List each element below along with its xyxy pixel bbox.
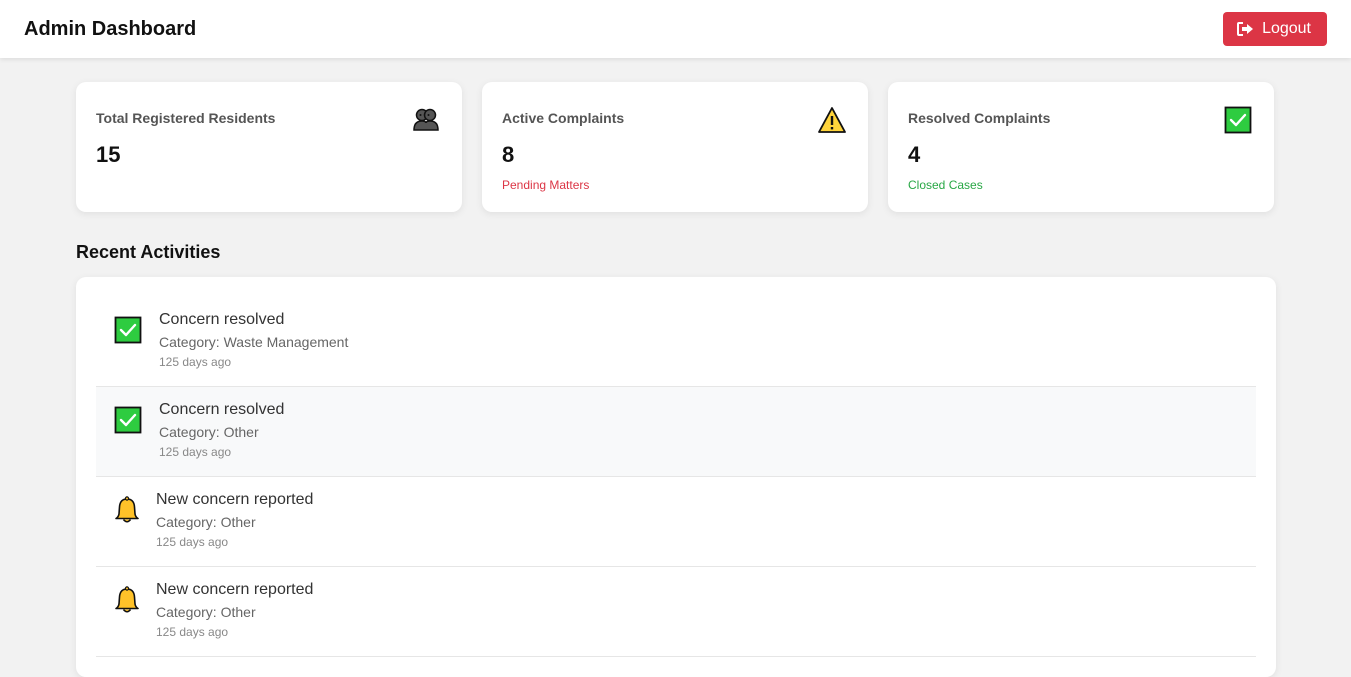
stat-title: Total Registered Residents (96, 110, 276, 126)
activity-time: 125 days ago (159, 355, 232, 369)
activity-details: Concern resolved Category: Other 125 day… (159, 401, 284, 459)
activity-item[interactable]: Concern resolved Category: Other 125 day… (96, 387, 1256, 477)
stat-subtitle: Closed Cases (908, 178, 983, 192)
top-bar: Admin Dashboard Logout (0, 0, 1351, 58)
stat-value: 4 (908, 142, 921, 167)
activity-title: Concern resolved (159, 311, 285, 328)
stat-value: 8 (502, 142, 515, 167)
stats-cards: Total Registered Residents 15 Active Com… (76, 82, 1276, 212)
residents-icon (413, 108, 439, 131)
activity-details: New concern reported Category: Other 125… (156, 491, 313, 549)
bell-icon (115, 586, 139, 613)
activity-category: Category: Other (156, 604, 256, 620)
activity-title: New concern reported (156, 491, 314, 508)
activity-category: Category: Waste Management (159, 334, 349, 350)
activity-time: 125 days ago (156, 625, 229, 639)
bell-icon (115, 496, 139, 523)
app-title: Admin Dashboard (24, 17, 197, 40)
stat-subtitle: Pending Matters (502, 178, 590, 192)
activity-details: Concern resolved Category: Waste Managem… (159, 311, 348, 369)
activity-category: Category: Other (156, 514, 256, 530)
main-content: Total Registered Residents 15 Active Com… (76, 82, 1276, 677)
stat-card-resolved: Resolved Complaints 4 Closed Cases (888, 82, 1274, 212)
activity-time: 125 days ago (159, 445, 232, 459)
activity-category: Category: Other (159, 424, 259, 440)
recent-activities-title: Recent Activities (76, 242, 221, 262)
warning-icon (818, 107, 846, 133)
activity-title: New concern reported (156, 581, 314, 598)
activity-title: Concern resolved (159, 401, 285, 418)
stat-value: 15 (96, 142, 121, 167)
stat-card-residents: Total Registered Residents 15 (76, 82, 462, 212)
check-icon (1224, 106, 1252, 134)
activity-item[interactable]: New concern reported Category: Other 125… (96, 567, 1256, 657)
activity-time: 125 days ago (156, 535, 229, 549)
logout-icon (1237, 22, 1254, 36)
activity-item[interactable]: New concern reported Category: Other 125… (96, 477, 1256, 567)
stat-card-active: Active Complaints 8 Pending Matters (482, 82, 868, 212)
recent-activities-list: Concern resolved Category: Waste Managem… (76, 277, 1276, 677)
stat-title: Active Complaints (502, 110, 625, 126)
check-icon (114, 316, 142, 344)
activity-details: New concern reported Category: Other 125… (156, 581, 313, 639)
activity-item[interactable]: Concern resolved Category: Waste Managem… (96, 297, 1256, 387)
check-icon (114, 406, 142, 434)
logout-button[interactable]: Logout (1223, 12, 1327, 46)
stat-title: Resolved Complaints (908, 110, 1051, 126)
logout-label: Logout (1262, 20, 1311, 37)
